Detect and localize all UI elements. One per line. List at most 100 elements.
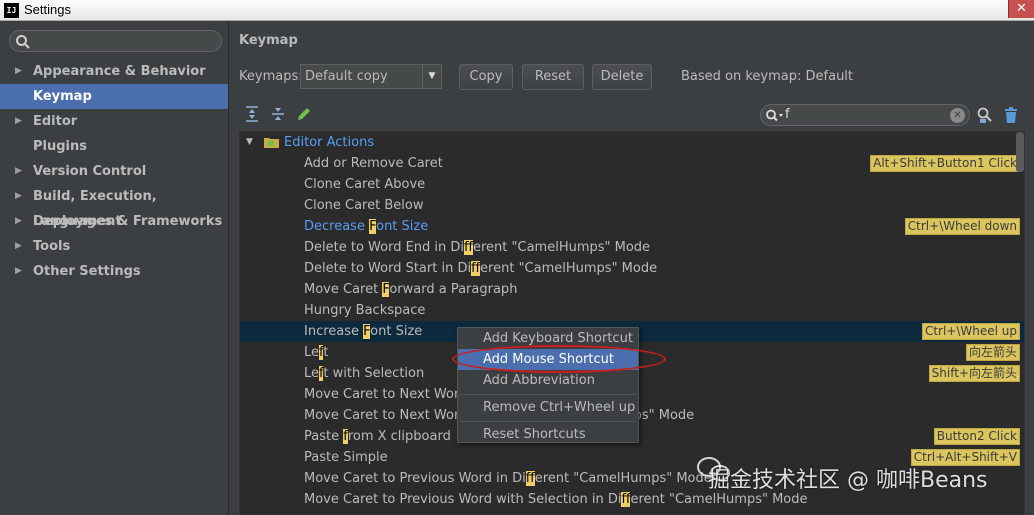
based-on-label: Based on keymap: Default <box>681 69 854 84</box>
shortcut-filter-input[interactable]: f ✕ <box>760 104 970 126</box>
filter-value: f <box>785 107 790 122</box>
sidebar-item-plugins[interactable]: Plugins <box>0 134 228 159</box>
action-label: Move Caret Forward a Paragraph <box>304 279 517 300</box>
action-label-part: Paste Simple <box>304 450 388 465</box>
tree-row[interactable]: Clone Caret Above <box>240 174 1024 195</box>
action-label-part: orward a Paragraph <box>389 282 518 297</box>
menu-item-reset-shortcuts[interactable]: Reset Shortcuts <box>458 424 638 445</box>
keymap-tree[interactable]: ▼ Editor Actions Add or Remove Caret Alt+… <box>239 131 1025 515</box>
sidebar-item-label: Tools <box>33 239 71 254</box>
menu-item-add-abbreviation[interactable]: Add Abbreviation <box>458 370 638 391</box>
sidebar-item-build-execution-deployment[interactable]: ▶ Build, Execution, Deployment <box>0 184 228 229</box>
delete-button[interactable]: Delete <box>592 64 652 90</box>
menu-separator <box>460 391 636 395</box>
action-label-part: Move Caret to Next Word <box>304 408 468 423</box>
action-label-part: ferent "CamelHumps" Mode <box>480 261 658 276</box>
action-label-part: Le <box>304 345 320 360</box>
action-label-part: ferent "CamelHumps" Mode <box>473 240 651 255</box>
sidebar-item-version-control[interactable]: ▶ Version Control <box>0 159 228 184</box>
copy-button[interactable]: Copy <box>459 64 513 90</box>
shortcut-badge: Button2 Click <box>933 428 1020 445</box>
settings-search-input[interactable] <box>9 30 222 52</box>
action-label: Left with Selection <box>304 363 424 384</box>
action-label-part: Clone Caret Above <box>304 177 426 192</box>
action-label: Clone Caret Below <box>304 195 423 216</box>
page-title: Keymap <box>239 33 298 48</box>
sidebar-item-label: Other Settings <box>33 264 141 279</box>
menu-item-remove-shortcut[interactable]: Remove Ctrl+Wheel up <box>458 397 638 418</box>
action-label: Hungry Backspace <box>304 300 425 321</box>
sidebar-item-other-settings[interactable]: ▶ Other Settings <box>0 259 228 284</box>
sidebar-item-tools[interactable]: ▶ Tools <box>0 234 228 259</box>
collapse-all-icon[interactable] <box>269 105 287 123</box>
sidebar-item-label: Editor <box>33 114 78 129</box>
action-label: Move Caret to Previous Word in Different… <box>304 468 712 489</box>
action-label-part: Move Caret to Next Word <box>304 387 468 402</box>
keymap-select-value: Default copy <box>305 69 388 84</box>
expand-triangle-icon[interactable]: ▼ <box>246 132 253 153</box>
expand-arrow-icon[interactable]: ▶ <box>15 184 22 209</box>
action-label-part: ferent "CamelHumps" Mode <box>534 471 712 486</box>
shortcut-badge: Ctrl+\Wheel down <box>904 218 1020 235</box>
action-label: Delete to Word Start in Different "Camel… <box>304 258 657 279</box>
action-label: Delete to Word End in Different "CamelHu… <box>304 237 650 258</box>
action-label-part: Move Caret to Previous Word with Selecti… <box>304 492 622 507</box>
action-label-part: Delete to Word End in Di <box>304 240 465 255</box>
expand-arrow-icon[interactable]: ▶ <box>15 109 22 134</box>
keymap-select[interactable]: Default copy ▼ <box>300 64 442 89</box>
expand-arrow-icon[interactable]: ▶ <box>15 209 22 234</box>
keymaps-label: Keymaps: <box>239 69 303 84</box>
shortcut-badge: Ctrl+\Wheel up <box>921 323 1020 340</box>
action-label-part: t <box>323 345 329 360</box>
tree-row[interactable]: Delete to Word End in Different "CamelHu… <box>240 237 1024 258</box>
tree-scrollbar[interactable] <box>1016 132 1024 172</box>
sidebar-item-label: Appearance & Behavior <box>33 64 206 79</box>
find-shortcut-icon[interactable] <box>976 106 994 124</box>
menu-item-add-mouse-shortcut[interactable]: Add Mouse Shortcut <box>458 349 638 370</box>
action-label-part: ferent "CamelHumps" Mode <box>630 492 808 507</box>
tree-group-editor-actions[interactable]: ▼ Editor Actions <box>240 132 1024 153</box>
action-label-part: Increase <box>304 324 364 339</box>
action-label-part: Move Caret <box>304 282 383 297</box>
action-label: Clone Caret Above <box>304 174 425 195</box>
action-label: Add or Remove Caret <box>304 153 443 174</box>
sidebar-item-editor[interactable]: ▶ Editor <box>0 109 228 134</box>
context-menu: Add Keyboard Shortcut Add Mouse Shortcut… <box>457 327 639 443</box>
expand-arrow-icon[interactable]: ▶ <box>15 259 22 284</box>
tree-row[interactable]: Move Caret Forward a Paragraph <box>240 279 1024 300</box>
close-button[interactable]: ✕ <box>1008 0 1034 18</box>
tree-row[interactable]: Clone Caret Below <box>240 195 1024 216</box>
sidebar-item-keymap[interactable]: Keymap <box>0 84 228 109</box>
menu-item-add-keyboard-shortcut[interactable]: Add Keyboard Shortcut <box>458 328 638 349</box>
match-highlight: f <box>471 261 481 276</box>
tree-row[interactable]: Hungry Backspace <box>240 300 1024 321</box>
edit-pencil-icon[interactable] <box>295 105 313 123</box>
action-label: Paste Simple <box>304 447 388 468</box>
action-label-part: Delete to Word Start in Di <box>304 261 472 276</box>
expand-arrow-icon[interactable]: ▶ <box>15 59 22 84</box>
tree-row[interactable]: Add or Remove Caret Alt+Shift+Button1 Cli… <box>240 153 1024 174</box>
action-label: Decrease Font Size <box>304 216 428 237</box>
expand-arrow-icon[interactable]: ▶ <box>15 159 22 184</box>
clear-filter-icon[interactable]: ✕ <box>950 108 965 123</box>
action-label: Increase Font Size <box>304 321 422 342</box>
expand-arrow-icon[interactable]: ▶ <box>15 234 22 259</box>
chevron-down-icon[interactable]: ▼ <box>422 65 441 88</box>
sidebar-item-languages-frameworks[interactable]: ▶ Languages & Frameworks <box>0 209 228 234</box>
action-label-part: Le <box>304 366 320 381</box>
match-highlight: f <box>464 240 473 255</box>
trash-icon[interactable] <box>1002 106 1020 124</box>
tree-group-label: Editor Actions <box>284 135 375 150</box>
title-bar: IJ Settings ✕ <box>0 0 1034 21</box>
shortcut-badge: Alt+Shift+Button1 Click <box>870 155 1020 172</box>
match-highlight: f <box>525 471 535 486</box>
watermark-text: 掘金技术社区 @ 咖啡Beans <box>708 468 988 493</box>
action-label-part: ont Size <box>376 219 429 234</box>
action-label-part: t with Selection <box>323 366 425 381</box>
settings-nav: ▶ Appearance & Behavior Keymap ▶ Editor Plugi… <box>0 59 228 284</box>
sidebar-item-appearance-behavior[interactable]: ▶ Appearance & Behavior <box>0 59 228 84</box>
tree-row[interactable]: Delete to Word Start in Different "Camel… <box>240 258 1024 279</box>
reset-button[interactable]: Reset <box>522 64 584 90</box>
tree-row[interactable]: Decrease Font Size Ctrl+\Wheel down <box>240 216 1024 237</box>
expand-all-icon[interactable] <box>243 105 261 123</box>
